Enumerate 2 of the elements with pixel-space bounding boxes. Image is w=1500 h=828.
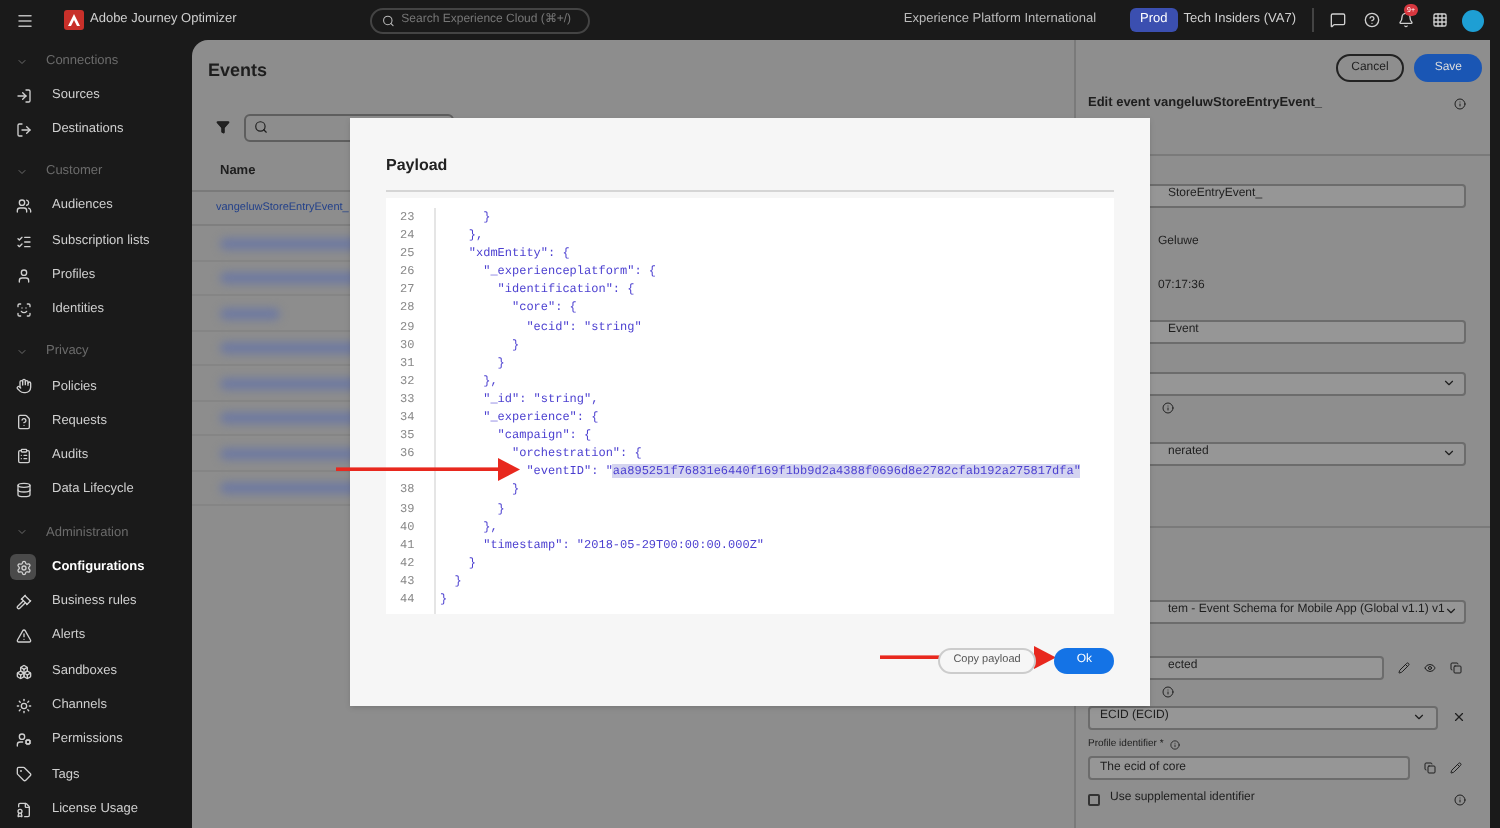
page-title: Events xyxy=(208,58,270,84)
dialog-title: Payload xyxy=(386,154,450,178)
